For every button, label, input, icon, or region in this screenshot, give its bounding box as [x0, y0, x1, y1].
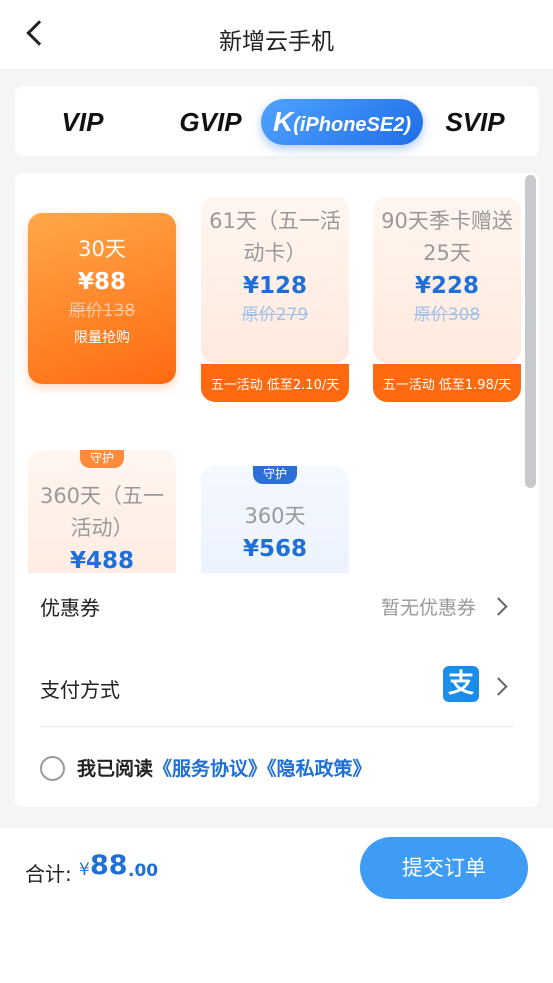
plan-promo-label: 五一活动 低至1.98/天	[373, 364, 521, 402]
coupon-label: 优惠券	[40, 596, 100, 620]
checkout-options: 优惠券 暂无优惠券 支付方式 支 我已阅读《服务协议》《隐私政策》	[15, 573, 539, 807]
total-currency: ¥	[79, 860, 90, 880]
plan-card-body: 61天（五一活动卡） ¥128 原价279	[201, 197, 349, 363]
guard-badge: 守护	[79, 450, 125, 468]
plan-price: ¥488	[69, 548, 134, 573]
plan-original-price: 原价308	[413, 305, 481, 325]
plan-original-price: 原价279	[241, 305, 309, 325]
alipay-icon[interactable]: 支	[443, 666, 479, 702]
coupon-value[interactable]: 暂无优惠券	[381, 593, 476, 620]
tab-gvip[interactable]: GVIP	[173, 99, 248, 145]
chevron-right-icon[interactable]	[489, 597, 508, 616]
divider	[40, 726, 514, 727]
plan-card-360days-promo[interactable]: 守护 360天（五一活动） ¥488	[28, 450, 176, 573]
plan-price: ¥568	[242, 536, 307, 562]
agreement-checkbox[interactable]	[40, 756, 65, 781]
tab-vip[interactable]: VIP	[45, 99, 120, 145]
plan-note: 限量抢购	[74, 330, 130, 346]
total-label: 合计:	[25, 862, 72, 886]
plan-name: 90天季卡赠送25天	[381, 209, 513, 265]
tab-k-prefix: K	[272, 106, 294, 137]
total-amount-decimal: .00	[128, 861, 159, 881]
agreement-prefix: 我已阅读	[77, 758, 154, 780]
payment-method-label: 支付方式	[40, 678, 120, 702]
scrollbar[interactable]	[525, 175, 536, 488]
page-title: 新增云手机	[219, 29, 334, 55]
tab-k-iphonese2[interactable]: K(iPhoneSE2)	[261, 99, 423, 145]
plan-price: ¥128	[242, 273, 307, 299]
top-bar: 新增云手机	[0, 0, 553, 70]
plan-promo-label: 五一活动 低至2.10/天	[201, 364, 349, 402]
membership-tabs: VIP GVIP K(iPhoneSE2) SVIP	[15, 86, 539, 156]
plan-name: 30天	[78, 237, 126, 261]
order-footer: 合计: ¥ 88 .00 提交订单	[0, 828, 553, 983]
guard-badge: 守护	[252, 466, 298, 484]
plan-price: ¥88	[77, 269, 126, 295]
tab-svip[interactable]: SVIP	[435, 99, 515, 145]
submit-order-button[interactable]: 提交订单	[360, 837, 528, 899]
service-agreement-link[interactable]: 《服务协议》	[153, 758, 267, 780]
agreement-text: 我已阅读《服务协议》《隐私政策》	[77, 754, 372, 781]
plan-list: 30天 ¥88 原价138 限量抢购 61天（五一活动卡） ¥128 原价279…	[15, 173, 539, 573]
plan-name: 61天（五一活动卡）	[209, 209, 341, 265]
tab-k-label: (iPhoneSE2)	[293, 114, 412, 136]
chevron-right-icon[interactable]	[489, 677, 508, 696]
plan-card-body: 90天季卡赠送25天 ¥228 原价308	[373, 197, 521, 363]
plan-card-90days[interactable]: 90天季卡赠送25天 ¥228 原价308 五一活动 低至1.98/天	[373, 197, 521, 402]
plan-price: ¥228	[414, 273, 479, 299]
plan-card-body: 360天（五一活动） ¥488	[28, 450, 176, 573]
plan-card-360days[interactable]: 守护 360天 ¥568	[201, 466, 349, 573]
total-amount: 88	[90, 850, 128, 881]
plan-name: 360天（五一活动）	[39, 484, 165, 540]
privacy-policy-link[interactable]: 《隐私政策》	[267, 758, 372, 780]
plan-card-61days[interactable]: 61天（五一活动卡） ¥128 原价279 五一活动 低至2.10/天	[201, 197, 349, 402]
plan-name: 360天	[244, 504, 306, 528]
plan-original-price: 原价138	[68, 301, 136, 321]
plan-card-30days[interactable]: 30天 ¥88 原价138 限量抢购	[28, 213, 176, 384]
